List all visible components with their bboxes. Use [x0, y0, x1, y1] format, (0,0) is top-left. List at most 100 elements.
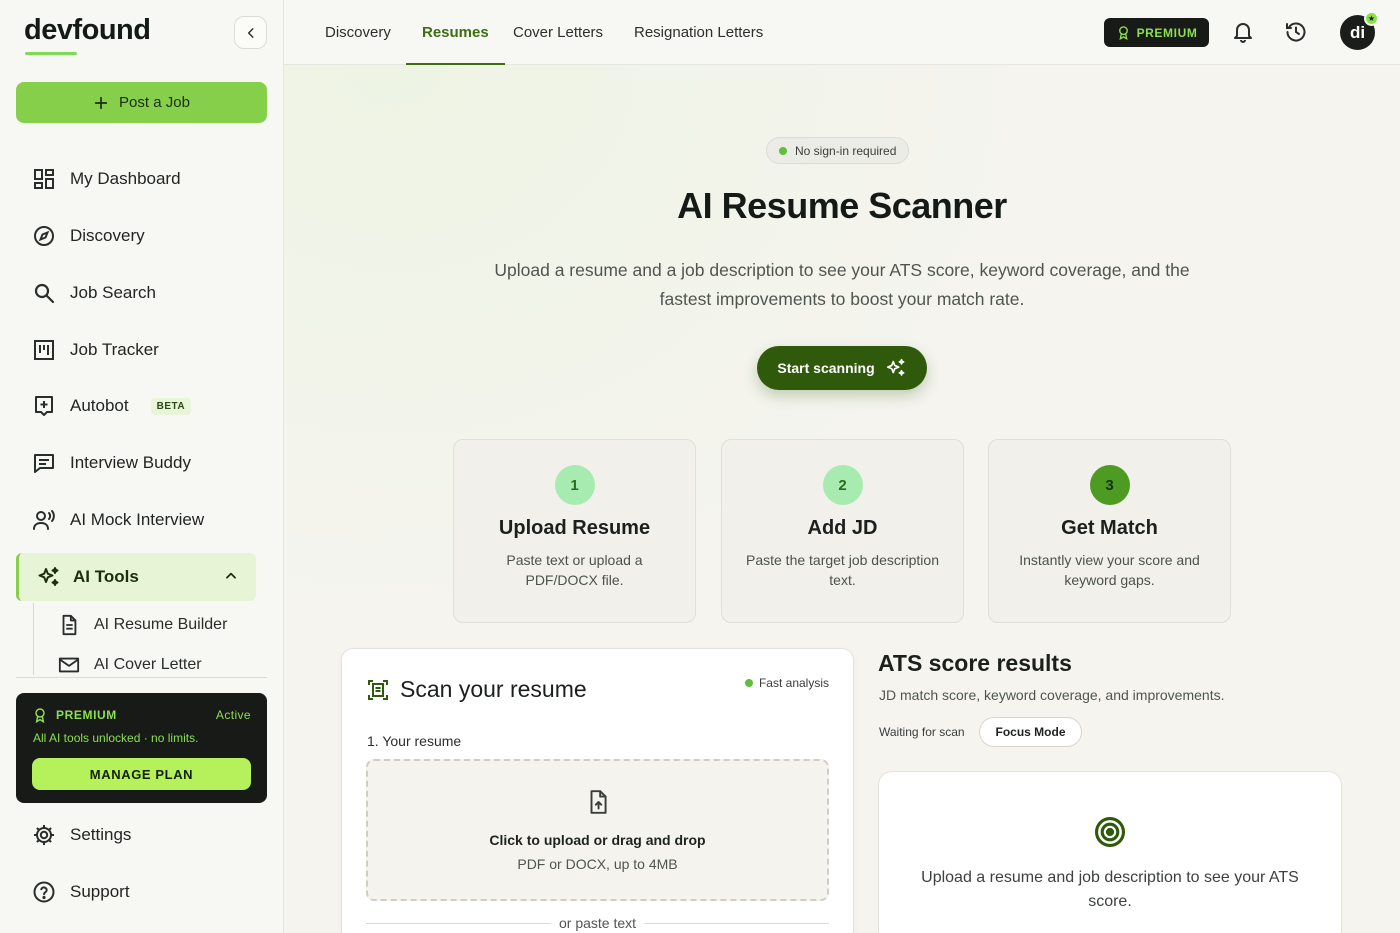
premium-title-label: PREMIUM [56, 708, 117, 722]
or-paste-divider: or paste text [366, 915, 830, 931]
step-card-add-jd: 2 Add JD Paste the target job descriptio… [721, 439, 964, 623]
no-sign-in-label: No sign-in required [795, 143, 897, 158]
sidebar-item-label: Job Search [70, 283, 156, 302]
your-resume-label: 1. Your resume [367, 733, 462, 749]
divider-line [366, 922, 551, 924]
step-card-upload-resume: 1 Upload Resume Paste text or upload a P… [453, 439, 696, 623]
kanban-icon [34, 340, 54, 360]
fast-analysis-label: Fast analysis [758, 676, 829, 690]
award-icon [35, 708, 45, 723]
sidebar-item-ai-mock-interview[interactable]: AI Mock Interview [16, 498, 267, 542]
post-job-button[interactable]: Post a Job [16, 82, 267, 123]
sidebar-item-label: Autobot [70, 396, 129, 415]
step-title: Upload Resume [498, 517, 651, 539]
sidebar-item-label: Interview Buddy [70, 453, 191, 472]
step-card-get-match: 3 Get Match Instantly view your score an… [988, 439, 1231, 623]
page-subtitle: Upload a resume and a job description to… [494, 260, 1190, 309]
divider [16, 677, 267, 678]
sidebar-item-job-tracker[interactable]: Job Tracker [16, 328, 267, 372]
resume-upload-dropzone[interactable]: Click to upload or drag and drop PDF or … [366, 759, 829, 901]
ai-tools-label: AI Tools [73, 567, 139, 586]
scan-status-text: Waiting for scan [879, 725, 965, 739]
ats-results-subtitle: JD match score, keyword coverage, and im… [879, 687, 1225, 703]
sidebar-item-interview-buddy[interactable]: Interview Buddy [16, 441, 267, 485]
sidebar-subitem-ai-cover-letter[interactable]: AI Cover Letter [58, 650, 202, 680]
post-job-label: Post a Job [119, 94, 190, 111]
sparkles-icon [38, 567, 59, 586]
status-dot [779, 146, 787, 155]
bell-icon[interactable] [1231, 20, 1255, 44]
step-number: 1 [554, 465, 595, 505]
tab-resignation-letters[interactable]: Resignation Letters [634, 0, 763, 65]
premium-status: Active [215, 708, 251, 722]
step-title: Get Match [1061, 517, 1158, 539]
ats-empty-text: Upload a resume and job description to s… [921, 869, 1299, 910]
mail-icon [58, 657, 80, 673]
no-sign-in-badge: No sign-in required [766, 137, 910, 164]
submenu-guide-line [33, 603, 34, 675]
premium-description: All AI tools unlocked · no limits. [33, 731, 199, 745]
tab-resumes[interactable]: Resumes [406, 0, 505, 65]
premium-card: PREMIUM Active All AI tools unlocked · n… [16, 693, 267, 803]
start-scanning-button[interactable]: Start scanning [757, 346, 927, 390]
divider-line [644, 922, 830, 924]
gear-icon [34, 825, 54, 845]
sidebar-item-label: My Dashboard [70, 169, 181, 188]
sidebar-item-ai-tools[interactable]: AI Tools [16, 553, 256, 601]
beta-badge: BETA [150, 397, 192, 415]
speaker-person-icon [33, 510, 55, 530]
or-paste-label: or paste text [558, 915, 637, 931]
scan-card-title: Scan your resume [366, 676, 587, 703]
ats-results-card: Upload a resume and job description to s… [878, 771, 1342, 933]
star-icon: ★ [1364, 11, 1379, 26]
target-icon [1094, 816, 1126, 848]
sidebar-item-discovery[interactable]: Discovery [16, 214, 267, 258]
logo[interactable]: devfound [24, 14, 151, 47]
autobot-icon [35, 396, 53, 416]
document-icon [62, 614, 77, 636]
scan-document-icon [368, 679, 388, 700]
sidebar-item-job-search[interactable]: Job Search [16, 271, 267, 315]
sidebar-item-label: Support [70, 882, 130, 901]
tab-discovery[interactable]: Discovery [325, 0, 391, 65]
chat-icon [34, 454, 54, 473]
chevron-left-icon [247, 27, 253, 38]
premium-badge[interactable]: PREMIUM [1104, 18, 1209, 47]
avatar[interactable]: di ★ [1340, 11, 1379, 50]
chevron-up-icon[interactable] [224, 569, 238, 583]
scan-resume-card: Scan your resume Fast analysis 1. Your r… [341, 648, 854, 933]
ats-results-title: ATS score results [878, 650, 1072, 676]
top-navigation: Discovery Resumes Cover Letters Resignat… [284, 0, 1400, 65]
collapse-sidebar-button[interactable] [234, 16, 267, 49]
sidebar-item-dashboard[interactable]: My Dashboard [16, 157, 267, 201]
premium-title: PREMIUM [32, 707, 117, 723]
sidebar-item-settings[interactable]: Settings [16, 813, 267, 857]
sidebar-subitem-ai-resume-builder[interactable]: AI Resume Builder [58, 610, 227, 640]
sidebar: devfound Post a Job My Dashboard Discove… [0, 0, 284, 933]
sidebar-item-label: Job Tracker [70, 340, 159, 359]
history-icon[interactable] [1284, 20, 1308, 44]
dropzone-main-text: Click to upload or drag and drop [489, 832, 706, 848]
compass-icon [34, 226, 54, 246]
step-number: 3 [1089, 465, 1130, 505]
step-description: Paste the target job description text. [745, 552, 939, 588]
sidebar-item-label: Discovery [70, 226, 145, 245]
tab-cover-letters[interactable]: Cover Letters [513, 0, 603, 65]
sidebar-item-support[interactable]: Support [16, 870, 267, 914]
dashboard-icon [34, 169, 54, 189]
focus-mode-button[interactable]: Focus Mode [979, 717, 1082, 747]
avatar-initials: di [1349, 22, 1366, 42]
file-upload-icon [590, 790, 607, 814]
help-icon [33, 881, 55, 903]
sparkles-icon [886, 358, 905, 376]
step-title: Add JD [807, 517, 878, 539]
sidebar-subitem-label: AI Cover Letter [94, 656, 202, 673]
sidebar-item-label: Settings [70, 825, 132, 844]
sidebar-subitem-label: AI Resume Builder [94, 616, 228, 633]
status-dot [744, 679, 753, 687]
step-number: 2 [822, 465, 863, 505]
logo-underline [25, 52, 77, 55]
sidebar-item-autobot[interactable]: Autobot BETA [16, 384, 267, 428]
manage-plan-button[interactable]: MANAGE PLAN [32, 758, 251, 790]
plus-icon [94, 96, 108, 109]
